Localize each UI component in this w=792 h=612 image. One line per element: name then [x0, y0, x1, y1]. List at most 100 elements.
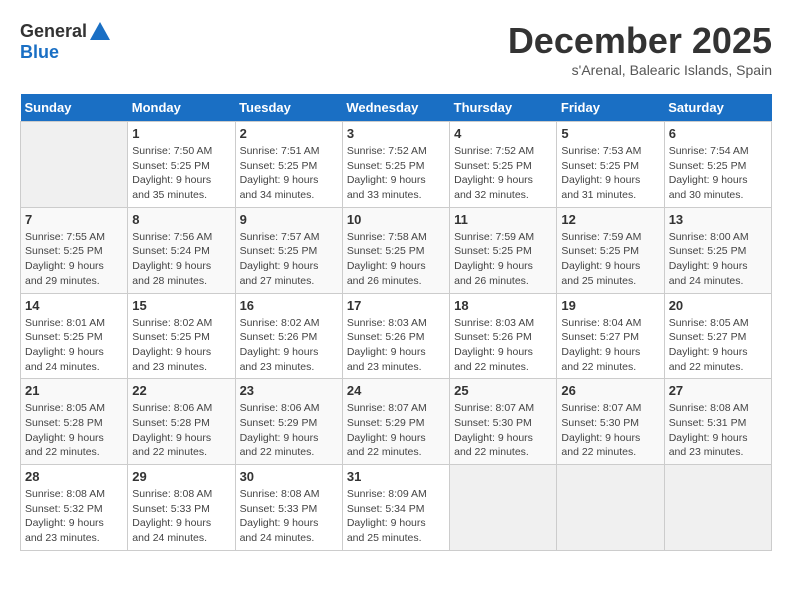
title-block: December 2025 s'Arenal, Balearic Islands… [508, 20, 772, 78]
calendar-week-5: 28Sunrise: 8:08 AM Sunset: 5:32 PM Dayli… [21, 465, 772, 551]
day-info: Sunrise: 7:51 AM Sunset: 5:25 PM Dayligh… [240, 144, 338, 203]
logo-blue-text: Blue [20, 42, 59, 62]
day-number: 12 [561, 212, 659, 227]
day-number: 2 [240, 126, 338, 141]
day-info: Sunrise: 7:50 AM Sunset: 5:25 PM Dayligh… [132, 144, 230, 203]
day-info: Sunrise: 8:05 AM Sunset: 5:27 PM Dayligh… [669, 316, 767, 375]
calendar-cell: 16 Sunrise: 8:02 AM Sunset: 5:26 PM Dayli… [235, 293, 342, 379]
day-info: Sunrise: 8:01 AM Sunset: 5:25 PM Dayligh… [25, 316, 123, 375]
calendar-cell: 5Sunrise: 7:53 AM Sunset: 5:25 PM Daylig… [557, 122, 664, 208]
calendar-cell: 29 Sunrise: 8:08 AM Sunset: 5:33 PM Dayli… [128, 465, 235, 551]
day-number: 10 [347, 212, 445, 227]
day-info: Sunrise: 8:08 AM Sunset: 5:33 PM Dayligh… [132, 487, 230, 546]
day-number: 23 [240, 383, 338, 398]
col-friday: Friday [557, 94, 664, 122]
calendar-cell: 2 Sunrise: 7:51 AM Sunset: 5:25 PM Daylig… [235, 122, 342, 208]
calendar-cell: 14 Sunrise: 8:01 AM Sunset: 5:25 PM Dayli… [21, 293, 128, 379]
day-info: Sunrise: 8:06 AM Sunset: 5:28 PM Dayligh… [132, 401, 230, 460]
day-number: 21 [25, 383, 123, 398]
day-number: 18 [454, 298, 552, 313]
day-info: Sunrise: 8:08 AM Sunset: 5:31 PM Dayligh… [669, 401, 767, 460]
header-row: Sunday Monday Tuesday Wednesday Thursday… [21, 94, 772, 122]
day-number: 7 [25, 212, 123, 227]
day-number: 9 [240, 212, 338, 227]
calendar-cell: 10 Sunrise: 7:58 AM Sunset: 5:25 PM Dayli… [342, 207, 449, 293]
day-number: 24 [347, 383, 445, 398]
calendar-cell: 8Sunrise: 7:56 AM Sunset: 5:24 PM Daylig… [128, 207, 235, 293]
day-info: Sunrise: 8:03 AM Sunset: 5:26 PM Dayligh… [347, 316, 445, 375]
day-number: 26 [561, 383, 659, 398]
day-info: Sunrise: 8:05 AM Sunset: 5:28 PM Dayligh… [25, 401, 123, 460]
calendar-cell: 22 Sunrise: 8:06 AM Sunset: 5:28 PM Dayli… [128, 379, 235, 465]
calendar-cell: 24 Sunrise: 8:07 AM Sunset: 5:29 PM Dayli… [342, 379, 449, 465]
day-info: Sunrise: 7:52 AM Sunset: 5:25 PM Dayligh… [347, 144, 445, 203]
day-info: Sunrise: 8:02 AM Sunset: 5:26 PM Dayligh… [240, 316, 338, 375]
calendar-week-3: 14 Sunrise: 8:01 AM Sunset: 5:25 PM Dayli… [21, 293, 772, 379]
calendar-cell [557, 465, 664, 551]
day-number: 19 [561, 298, 659, 313]
calendar-cell: 20 Sunrise: 8:05 AM Sunset: 5:27 PM Dayli… [664, 293, 771, 379]
day-number: 30 [240, 469, 338, 484]
day-info: Sunrise: 8:02 AM Sunset: 5:25 PM Dayligh… [132, 316, 230, 375]
calendar-cell: 19 Sunrise: 8:04 AM Sunset: 5:27 PM Dayli… [557, 293, 664, 379]
calendar-cell [450, 465, 557, 551]
day-number: 15 [132, 298, 230, 313]
day-info: Sunrise: 8:07 AM Sunset: 5:30 PM Dayligh… [454, 401, 552, 460]
day-info: Sunrise: 8:07 AM Sunset: 5:29 PM Dayligh… [347, 401, 445, 460]
day-info: Sunrise: 8:08 AM Sunset: 5:33 PM Dayligh… [240, 487, 338, 546]
calendar-cell: 23Sunrise: 8:06 AM Sunset: 5:29 PM Dayli… [235, 379, 342, 465]
day-number: 27 [669, 383, 767, 398]
day-number: 14 [25, 298, 123, 313]
day-info: Sunrise: 8:09 AM Sunset: 5:34 PM Dayligh… [347, 487, 445, 546]
day-info: Sunrise: 7:59 AM Sunset: 5:25 PM Dayligh… [454, 230, 552, 289]
day-number: 4 [454, 126, 552, 141]
calendar-week-1: 1 Sunrise: 7:50 AM Sunset: 5:25 PM Daylig… [21, 122, 772, 208]
calendar-cell: 27 Sunrise: 8:08 AM Sunset: 5:31 PM Dayli… [664, 379, 771, 465]
calendar-cell [664, 465, 771, 551]
day-info: Sunrise: 8:00 AM Sunset: 5:25 PM Dayligh… [669, 230, 767, 289]
calendar-cell: 13 Sunrise: 8:00 AM Sunset: 5:25 PM Dayli… [664, 207, 771, 293]
location-text: s'Arenal, Balearic Islands, Spain [508, 62, 772, 78]
day-info: Sunrise: 7:52 AM Sunset: 5:25 PM Dayligh… [454, 144, 552, 203]
day-number: 20 [669, 298, 767, 313]
day-number: 22 [132, 383, 230, 398]
calendar-cell: 6Sunrise: 7:54 AM Sunset: 5:25 PM Daylig… [664, 122, 771, 208]
day-info: Sunrise: 7:57 AM Sunset: 5:25 PM Dayligh… [240, 230, 338, 289]
day-number: 25 [454, 383, 552, 398]
calendar-cell: 26 Sunrise: 8:07 AM Sunset: 5:30 PM Dayli… [557, 379, 664, 465]
day-info: Sunrise: 7:53 AM Sunset: 5:25 PM Dayligh… [561, 144, 659, 203]
day-number: 29 [132, 469, 230, 484]
col-tuesday: Tuesday [235, 94, 342, 122]
day-info: Sunrise: 7:55 AM Sunset: 5:25 PM Dayligh… [25, 230, 123, 289]
calendar-cell: 31 Sunrise: 8:09 AM Sunset: 5:34 PM Dayli… [342, 465, 449, 551]
day-info: Sunrise: 7:59 AM Sunset: 5:25 PM Dayligh… [561, 230, 659, 289]
calendar-table: Sunday Monday Tuesday Wednesday Thursday… [20, 94, 772, 551]
day-info: Sunrise: 8:04 AM Sunset: 5:27 PM Dayligh… [561, 316, 659, 375]
calendar-body: 1 Sunrise: 7:50 AM Sunset: 5:25 PM Daylig… [21, 122, 772, 551]
month-title: December 2025 [508, 20, 772, 62]
day-info: Sunrise: 8:03 AM Sunset: 5:26 PM Dayligh… [454, 316, 552, 375]
day-number: 28 [25, 469, 123, 484]
col-saturday: Saturday [664, 94, 771, 122]
calendar-cell: 7 Sunrise: 7:55 AM Sunset: 5:25 PM Daylig… [21, 207, 128, 293]
calendar-cell: 17Sunrise: 8:03 AM Sunset: 5:26 PM Dayli… [342, 293, 449, 379]
day-number: 8 [132, 212, 230, 227]
calendar-cell: 11 Sunrise: 7:59 AM Sunset: 5:25 PM Dayli… [450, 207, 557, 293]
calendar-cell: 3 Sunrise: 7:52 AM Sunset: 5:25 PM Daylig… [342, 122, 449, 208]
day-info: Sunrise: 7:58 AM Sunset: 5:25 PM Dayligh… [347, 230, 445, 289]
day-number: 11 [454, 212, 552, 227]
calendar-week-2: 7 Sunrise: 7:55 AM Sunset: 5:25 PM Daylig… [21, 207, 772, 293]
calendar-cell: 12 Sunrise: 7:59 AM Sunset: 5:25 PM Dayli… [557, 207, 664, 293]
day-info: Sunrise: 8:07 AM Sunset: 5:30 PM Dayligh… [561, 401, 659, 460]
calendar-header: Sunday Monday Tuesday Wednesday Thursday… [21, 94, 772, 122]
day-number: 1 [132, 126, 230, 141]
col-wednesday: Wednesday [342, 94, 449, 122]
logo: General Blue [20, 20, 111, 63]
day-number: 3 [347, 126, 445, 141]
day-number: 31 [347, 469, 445, 484]
calendar-cell: 15 Sunrise: 8:02 AM Sunset: 5:25 PM Dayli… [128, 293, 235, 379]
day-number: 16 [240, 298, 338, 313]
day-number: 13 [669, 212, 767, 227]
day-number: 6 [669, 126, 767, 141]
calendar-cell: 28Sunrise: 8:08 AM Sunset: 5:32 PM Dayli… [21, 465, 128, 551]
